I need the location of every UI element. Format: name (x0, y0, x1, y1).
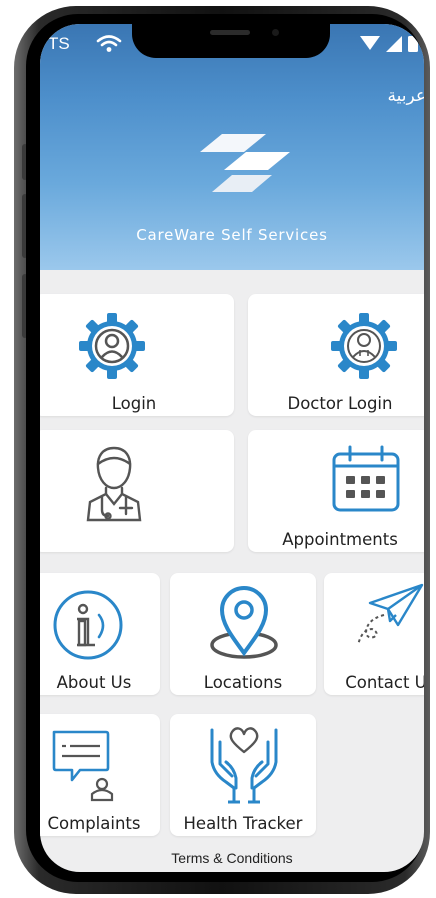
carrier-label: TS (48, 34, 70, 53)
calendar-icon (332, 445, 400, 512)
info-icon (53, 590, 123, 660)
language-toggle[interactable]: عربية (388, 86, 425, 106)
user-gear-icon (79, 313, 145, 379)
location-pin-icon (210, 586, 278, 659)
app-name: CareWare Self Services (136, 226, 328, 244)
wifi-icon (96, 35, 122, 52)
locations-label: Locations (203, 673, 283, 692)
heart-hands-icon (210, 727, 278, 804)
speaker-grille (210, 30, 250, 35)
front-camera (272, 29, 279, 36)
about-us-label: About Us (56, 673, 132, 692)
battery-icon (408, 36, 418, 52)
locations-tile[interactable]: Locations (170, 573, 316, 695)
careware-logo (200, 134, 290, 192)
appointments-label: Appointments (282, 530, 398, 549)
doctor-tile[interactable] (40, 430, 234, 552)
doctor-gear-icon (331, 313, 397, 379)
phone-notch (132, 24, 330, 58)
status-icons (360, 35, 418, 52)
app-header: TS عربية CareWare Self Services (40, 24, 424, 270)
contact-us-tile[interactable]: Contact U (324, 573, 424, 695)
complaint-chat-icon (52, 730, 114, 802)
signal-bars-icon (386, 35, 402, 52)
complaints-label: Complaints (47, 814, 141, 833)
signal-icon (360, 35, 380, 50)
terms-link[interactable]: Terms & Conditions (40, 850, 424, 866)
contact-us-label: Contact U (345, 673, 424, 692)
paper-plane-icon (357, 583, 424, 646)
doctor-login-tile[interactable]: Doctor Login (248, 294, 424, 416)
app-screen: TS عربية CareWare Self Services Login Do… (40, 24, 424, 872)
login-tile[interactable]: Login (40, 294, 234, 416)
appointments-tile[interactable]: Appointments (248, 430, 424, 552)
health-tracker-label: Health Tracker (183, 814, 303, 833)
login-label: Login (111, 394, 157, 413)
complaints-tile[interactable]: Complaints (40, 714, 160, 836)
doctor-icon (86, 446, 142, 522)
doctor-login-label: Doctor Login (287, 394, 393, 413)
health-tracker-tile[interactable]: Health Tracker (170, 714, 316, 836)
about-us-tile[interactable]: About Us (40, 573, 160, 695)
